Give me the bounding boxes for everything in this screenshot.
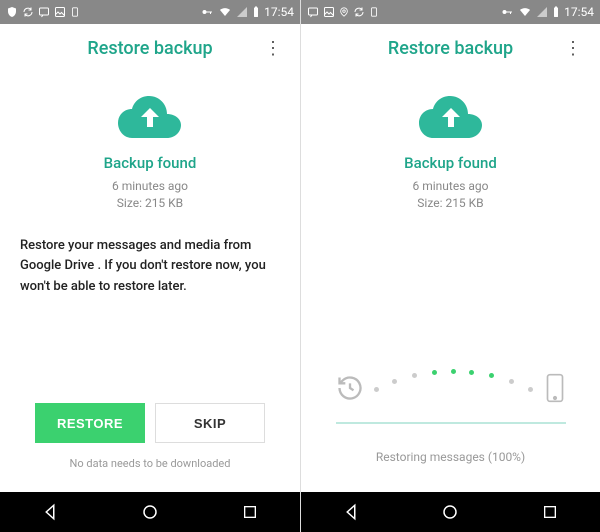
status-time: 17:54 — [564, 5, 594, 19]
image-icon — [323, 6, 335, 18]
nav-back-button[interactable] — [30, 492, 70, 532]
device-icon — [70, 6, 80, 18]
backup-time: 6 minutes ago — [112, 178, 188, 195]
content-area: Backup found 6 minutes ago Size: 215 KB — [301, 72, 600, 492]
signal-icon — [236, 6, 248, 18]
backup-found-heading: Backup found — [404, 154, 497, 172]
status-bar: 17:54 — [0, 0, 300, 24]
signal-icon — [536, 6, 548, 18]
cloud-upload-icon — [419, 96, 483, 144]
phone-icon — [544, 373, 566, 407]
key-icon — [500, 6, 514, 18]
backup-meta: 6 minutes ago Size: 215 KB — [112, 178, 188, 212]
refresh-icon — [353, 6, 365, 18]
nav-recent-button[interactable] — [230, 492, 270, 532]
wifi-icon — [518, 6, 532, 18]
footer-note: No data needs to be downloaded — [70, 457, 231, 470]
overflow-menu-button[interactable]: ⋮ — [558, 34, 588, 63]
nav-back-button[interactable] — [331, 492, 371, 532]
backup-time: 6 minutes ago — [413, 178, 489, 195]
skip-button[interactable]: SKIP — [155, 403, 265, 443]
image-icon — [54, 6, 66, 18]
backup-size: Size: 215 KB — [413, 195, 489, 212]
nav-bar — [0, 492, 300, 532]
key-icon — [200, 6, 214, 18]
nav-recent-button[interactable] — [530, 492, 570, 532]
shield-icon — [6, 6, 18, 18]
progress-section: Restoring messages (100%) — [321, 366, 580, 464]
backup-size: Size: 215 KB — [112, 195, 188, 212]
progress-bar — [336, 422, 566, 424]
page-title: Restore backup — [388, 38, 513, 59]
overflow-menu-button[interactable]: ⋮ — [258, 34, 288, 63]
battery-icon — [552, 6, 560, 18]
device-icon — [369, 6, 379, 18]
status-bar: 17:54 — [301, 0, 600, 24]
progress-label: Restoring messages (100%) — [376, 450, 525, 464]
screen-restore-prompt: 17:54 Restore backup ⋮ Backup found 6 mi… — [0, 0, 300, 532]
screen-restore-progress: 17:54 Restore backup ⋮ Backup found 6 mi… — [300, 0, 600, 532]
status-time: 17:54 — [264, 5, 294, 19]
nav-bar — [301, 492, 600, 532]
backup-found-heading: Backup found — [104, 154, 197, 172]
nav-home-button[interactable] — [130, 492, 170, 532]
backup-meta: 6 minutes ago Size: 215 KB — [413, 178, 489, 212]
wifi-icon — [218, 6, 232, 18]
progress-dots — [374, 369, 528, 399]
cloud-upload-icon — [118, 96, 182, 144]
app-bar: Restore backup ⋮ — [301, 24, 600, 72]
chat-icon — [307, 6, 319, 18]
button-row: RESTORE SKIP — [20, 403, 280, 443]
chat-icon — [38, 6, 50, 18]
refresh-icon — [22, 6, 34, 18]
history-icon — [336, 374, 364, 406]
restore-button[interactable]: RESTORE — [35, 403, 145, 443]
content-area: Backup found 6 minutes ago Size: 215 KB … — [0, 72, 300, 492]
page-title: Restore backup — [87, 38, 212, 59]
location-icon — [339, 6, 349, 18]
restore-description: Restore your messages and media from Goo… — [20, 236, 280, 298]
progress-arc — [336, 366, 566, 414]
app-bar: Restore backup ⋮ — [0, 24, 300, 72]
nav-home-button[interactable] — [430, 492, 470, 532]
battery-icon — [252, 6, 260, 18]
